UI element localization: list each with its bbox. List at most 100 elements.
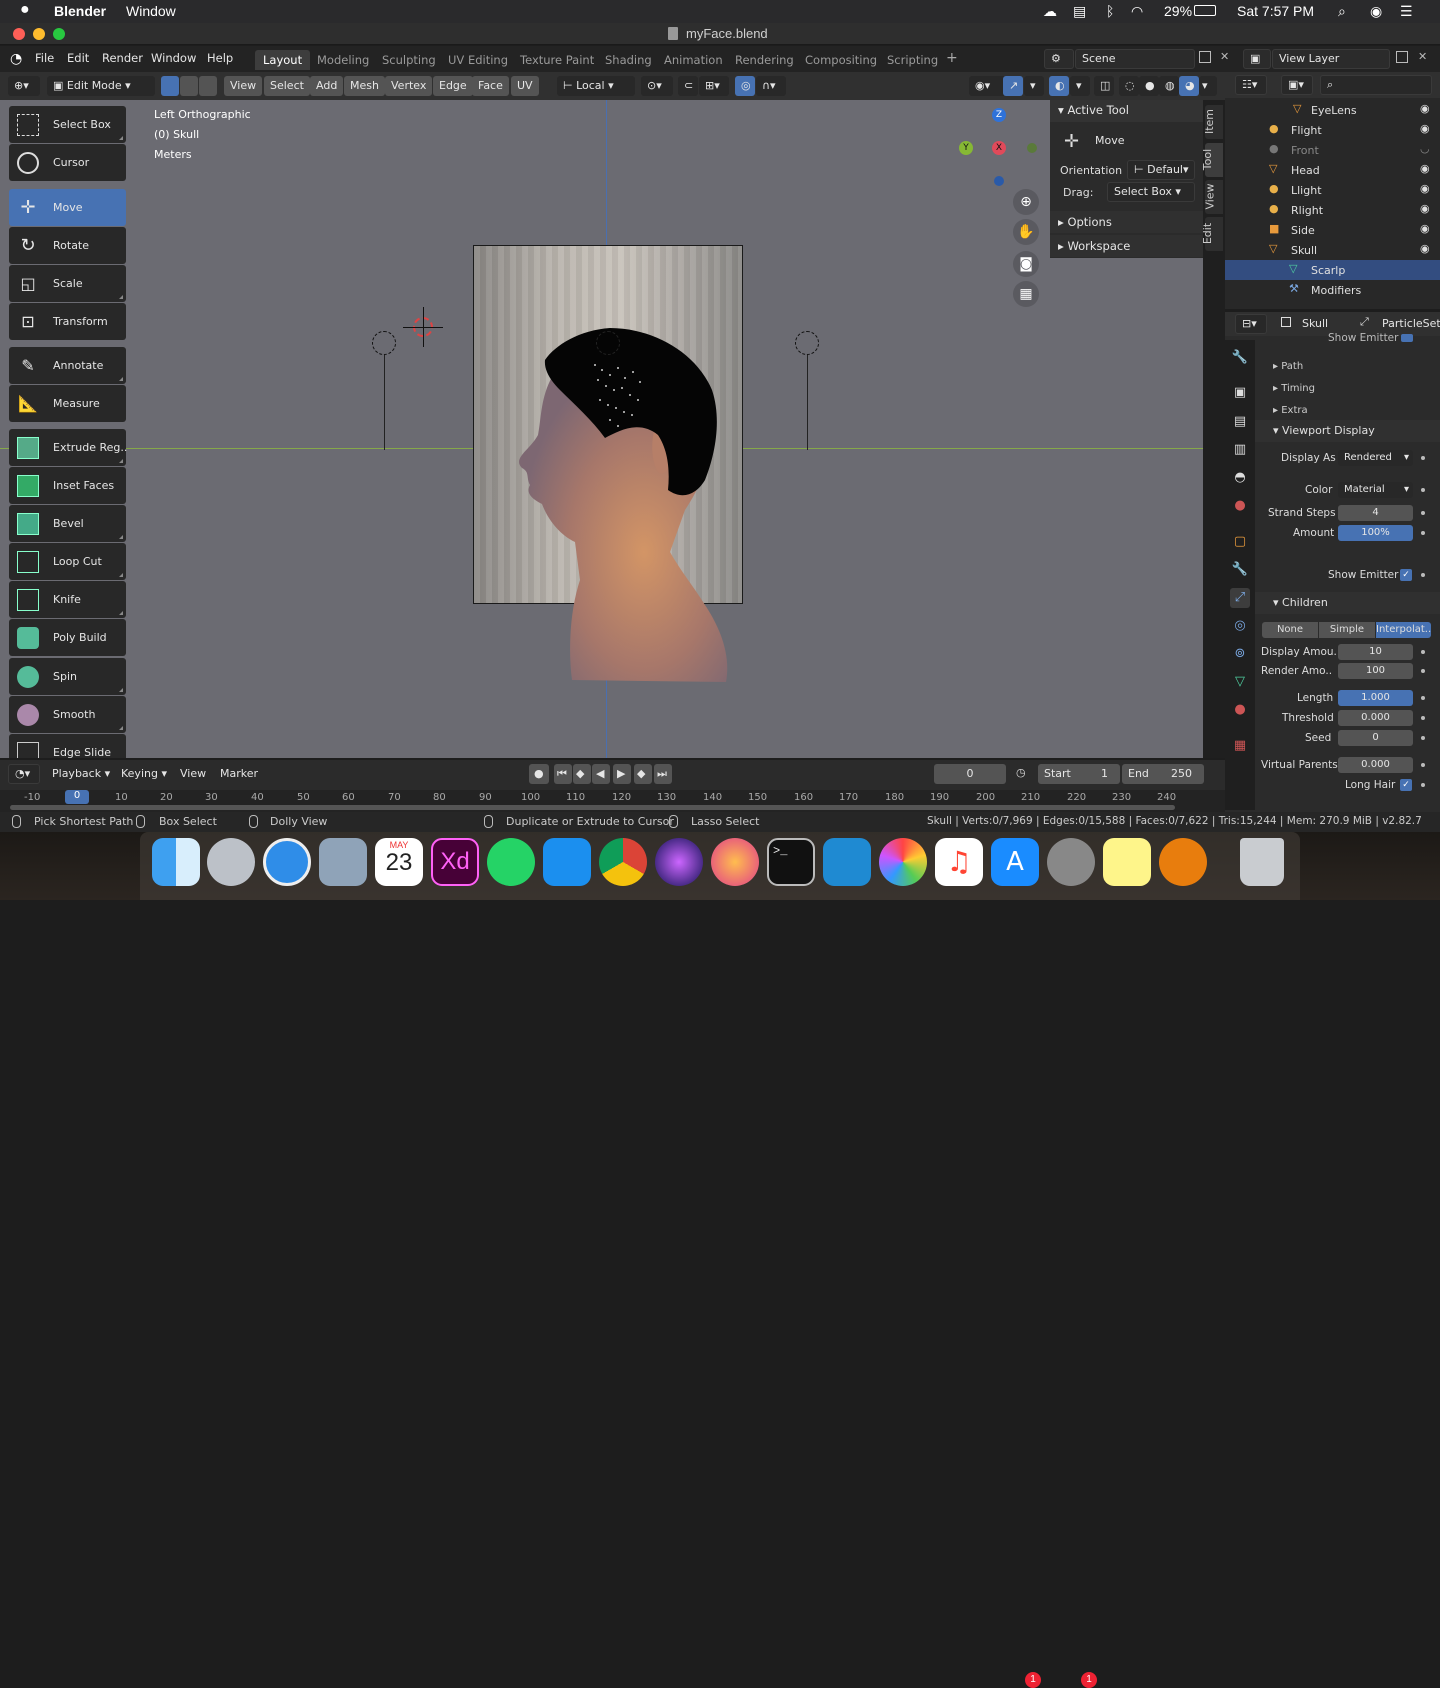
- children-interpolated-button[interactable]: Interpolat..: [1376, 622, 1431, 638]
- display-amount-field[interactable]: 10: [1338, 644, 1413, 660]
- zoom-window-button[interactable]: [53, 28, 65, 40]
- constraint-props-icon[interactable]: ⊚: [1230, 644, 1250, 664]
- tool-annotate[interactable]: ✎ Annotate: [9, 347, 126, 384]
- tab-shading[interactable]: Shading: [597, 50, 660, 70]
- shading-options-button[interactable]: ▾: [1199, 76, 1217, 96]
- tab-animation[interactable]: Animation: [656, 50, 731, 70]
- timeline-menu-keying[interactable]: Keying ▾: [115, 764, 173, 784]
- timeline-menu-playback[interactable]: Playback ▾: [46, 764, 116, 784]
- notification-center-icon[interactable]: ☰: [1400, 3, 1413, 20]
- tool-rotate[interactable]: ↻ Rotate: [9, 227, 126, 264]
- clock[interactable]: Sat 7:57 PM: [1237, 3, 1314, 19]
- shading-material-button[interactable]: ◍: [1159, 76, 1179, 96]
- header-menu-uv[interactable]: UV: [511, 76, 539, 96]
- workspace-section[interactable]: ▸ Workspace: [1050, 235, 1203, 257]
- tool-smooth[interactable]: Smooth: [9, 696, 126, 733]
- delete-scene-icon[interactable]: ✕: [1220, 50, 1229, 63]
- appstore-icon[interactable]: A: [991, 838, 1039, 886]
- camera-view-icon[interactable]: ◙: [1013, 251, 1039, 277]
- music-icon[interactable]: ♫: [935, 838, 983, 886]
- visibility-eye-icon[interactable]: ◉: [1420, 102, 1430, 115]
- render-props-icon[interactable]: ▣: [1230, 383, 1250, 403]
- tool-spin[interactable]: Spin: [9, 658, 126, 695]
- app-menu-window[interactable]: Window: [126, 3, 176, 19]
- add-workspace-icon[interactable]: +: [946, 50, 958, 66]
- tool-loop-cut[interactable]: Loop Cut: [9, 543, 126, 580]
- light-left[interactable]: [372, 331, 396, 355]
- finder-icon[interactable]: [152, 838, 200, 886]
- visibility-eye-icon[interactable]: ◉: [1420, 202, 1430, 215]
- outliner-item-llight[interactable]: ● Llight ◉: [1225, 180, 1440, 200]
- siri-icon[interactable]: [655, 838, 703, 886]
- tool-bevel[interactable]: Bevel: [9, 505, 126, 542]
- outliner-item-front[interactable]: ● Front ◡: [1225, 140, 1440, 160]
- gizmo-toggle-button[interactable]: ↗: [1003, 76, 1023, 96]
- world-props-icon[interactable]: ●: [1230, 496, 1250, 516]
- preview-range-icon[interactable]: ◷: [1016, 766, 1026, 779]
- timeline-menu-view[interactable]: View: [174, 764, 212, 784]
- gizmo-neg-y[interactable]: [1027, 143, 1037, 153]
- record-button[interactable]: ●: [529, 764, 549, 784]
- tool-cursor[interactable]: Cursor: [9, 144, 126, 181]
- pivot-point-button[interactable]: ⊙▾: [641, 76, 673, 96]
- visibility-button[interactable]: ◉▾: [969, 76, 1007, 96]
- shading-solid-button[interactable]: ●: [1139, 76, 1159, 96]
- viewport-display-section[interactable]: ▾ Viewport Display: [1255, 420, 1440, 442]
- xd-icon[interactable]: Xd: [431, 838, 479, 886]
- select-edge-button[interactable]: [180, 76, 198, 96]
- new-view-layer-icon[interactable]: [1396, 51, 1408, 63]
- preview-icon[interactable]: [319, 838, 367, 886]
- visibility-eye-icon[interactable]: ◉: [1420, 242, 1430, 255]
- outliner-item-scarlp[interactable]: ▽ Scarlp: [1225, 260, 1440, 280]
- data-props-icon[interactable]: ▽: [1230, 672, 1250, 692]
- keyframe-dot[interactable]: [1421, 531, 1425, 535]
- visibility-eye-icon[interactable]: ◉: [1420, 182, 1430, 195]
- apple-icon[interactable]: ●: [20, 1, 30, 19]
- jump-keyframe-back-button[interactable]: ◆: [573, 764, 591, 784]
- visibility-eye-icon[interactable]: ◉: [1420, 122, 1430, 135]
- show-emitter-checkbox[interactable]: ✓: [1400, 569, 1412, 581]
- bluetooth-icon[interactable]: ᛒ: [1106, 3, 1114, 19]
- jump-start-button[interactable]: ⏮: [554, 764, 572, 784]
- tab-modeling[interactable]: Modeling: [309, 50, 377, 70]
- tool-scale[interactable]: ◱ Scale: [9, 265, 126, 302]
- current-frame-field[interactable]: 0: [934, 764, 1006, 784]
- select-vertex-button[interactable]: [161, 76, 179, 96]
- gizmo-z-axis[interactable]: Z: [992, 108, 1006, 122]
- outliner-editor-type[interactable]: ☷▾: [1235, 75, 1267, 95]
- children-section[interactable]: ▾ Children: [1255, 592, 1440, 614]
- tab-rendering[interactable]: Rendering: [727, 50, 802, 70]
- active-tool-section[interactable]: ▾ Active Tool: [1050, 100, 1203, 122]
- light-right[interactable]: [795, 331, 819, 355]
- blender-icon[interactable]: [1159, 838, 1207, 886]
- trash-icon[interactable]: [1240, 838, 1284, 886]
- visibility-eye-icon[interactable]: ◉: [1420, 222, 1430, 235]
- menu-window[interactable]: Window: [151, 51, 196, 65]
- launchpad-icon[interactable]: [207, 838, 255, 886]
- modifier-props-icon[interactable]: 🔧: [1230, 560, 1250, 580]
- view-layer-props-icon[interactable]: ▥: [1230, 440, 1250, 460]
- keyframe-dot[interactable]: [1421, 783, 1425, 787]
- start-frame-field[interactable]: Start 1: [1038, 764, 1120, 784]
- zoom-icon[interactable]: ⊕: [1013, 189, 1039, 215]
- mode-selector[interactable]: ▣ Edit Mode ▾: [47, 76, 155, 96]
- vscode-icon[interactable]: [823, 838, 871, 886]
- tool-edge-slide[interactable]: Edge Slide: [9, 734, 126, 758]
- tool-select-box[interactable]: Select Box: [9, 106, 126, 143]
- drag-dropdown[interactable]: Select Box ▾: [1107, 182, 1195, 202]
- stickies-icon[interactable]: [1103, 838, 1151, 886]
- select-face-button[interactable]: [199, 76, 217, 96]
- header-menu-select[interactable]: Select: [264, 76, 310, 96]
- shading-rendered-button[interactable]: ◕: [1179, 76, 1199, 96]
- 3d-viewport[interactable]: Select Box Cursor ✛ Move ↻ Rotate ◱ Scale ⊡…: [0, 100, 1203, 758]
- gizmo-y-axis[interactable]: Y: [959, 141, 973, 155]
- close-window-button[interactable]: [13, 28, 25, 40]
- orientation-dropdown[interactable]: ⊢ Defaul▾: [1127, 160, 1195, 180]
- scene-type-icon[interactable]: ⚙: [1044, 49, 1074, 69]
- path-subpanel[interactable]: ▸ Path: [1273, 361, 1303, 372]
- tab-uv-editing[interactable]: UV Editing: [440, 50, 516, 70]
- keyframe-dot[interactable]: [1421, 696, 1425, 700]
- terminal-icon[interactable]: >_: [767, 838, 815, 886]
- options-section[interactable]: ▸ Options: [1050, 211, 1203, 233]
- render-amount-field[interactable]: 100: [1338, 663, 1413, 679]
